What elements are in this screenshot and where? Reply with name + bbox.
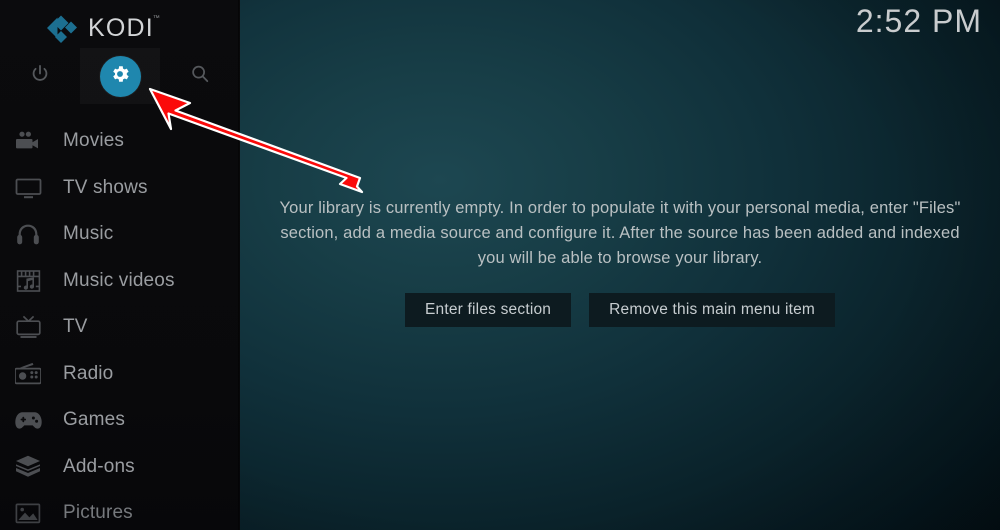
picture-icon (10, 498, 46, 528)
television-icon (10, 312, 46, 342)
sidebar-item-label: Music videos (63, 269, 175, 291)
search-button[interactable] (160, 48, 240, 104)
search-icon (189, 63, 211, 90)
clock: 2:52 PM (855, 3, 982, 39)
empty-library-message: Your library is currently empty. In orde… (279, 198, 961, 267)
trademark-mark: ™ (152, 14, 161, 22)
main-content: Your library is currently empty. In orde… (240, 0, 1000, 530)
radio-icon (10, 359, 46, 389)
sidebar-item-label: Music (63, 223, 114, 245)
settings-gear-button[interactable] (80, 48, 160, 104)
sidebar: KODI ™ Movies TV shows Music Music video… (0, 0, 240, 530)
sidebar-item-label: Pictures (63, 502, 133, 524)
power-button[interactable] (0, 48, 80, 104)
sidebar-item-music[interactable]: Music (0, 211, 240, 258)
movie-camera-icon (10, 126, 46, 156)
kodi-diamond-logo-icon (44, 11, 78, 45)
sidebar-item-games[interactable]: Games (0, 397, 240, 444)
sidebar-item-movies[interactable]: Movies (0, 118, 240, 165)
sidebar-item-label: TV (63, 316, 88, 338)
sidebar-item-label: Movies (63, 130, 125, 152)
power-icon (29, 63, 51, 90)
enter-files-section-button[interactable]: Enter files section (404, 292, 572, 327)
sidebar-item-label: Games (63, 409, 125, 431)
sidebar-item-label: TV shows (63, 176, 148, 198)
addon-box-icon (10, 452, 46, 482)
kodi-home-screen: 2:52 PM Your library is currently empty.… (0, 0, 1000, 530)
main-menu: Movies TV shows Music Music videos TV Ra… (0, 118, 240, 530)
app-title-text: KODI (88, 13, 154, 42)
headphones-icon (10, 219, 46, 249)
sidebar-item-tv-shows[interactable]: TV shows (0, 165, 240, 212)
gamepad-icon (10, 405, 46, 435)
sidebar-item-radio[interactable]: Radio (0, 351, 240, 398)
gear-icon (109, 63, 131, 90)
sidebar-item-label: Add-ons (63, 455, 135, 477)
sidebar-item-music-videos[interactable]: Music videos (0, 258, 240, 305)
action-button-row: Enter files section Remove this main men… (404, 292, 836, 327)
app-title: KODI ™ (88, 13, 160, 43)
app-logo: KODI ™ (0, 6, 240, 50)
sidebar-item-label: Radio (63, 362, 114, 384)
top-action-bar (0, 48, 240, 104)
settings-gear-circle (99, 55, 141, 97)
sidebar-item-pictures[interactable]: Pictures (0, 490, 240, 530)
sidebar-item-tv[interactable]: TV (0, 304, 240, 351)
tv-monitor-icon (10, 173, 46, 203)
sidebar-item-add-ons[interactable]: Add-ons (0, 444, 240, 491)
remove-main-menu-item-button[interactable]: Remove this main menu item (589, 292, 836, 327)
film-music-icon (10, 266, 46, 296)
